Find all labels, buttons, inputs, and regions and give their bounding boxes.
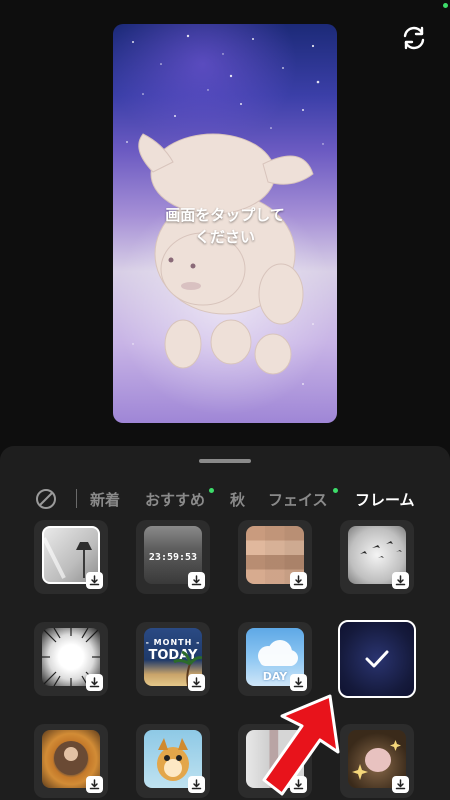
tab-new[interactable]: 新着 — [90, 489, 120, 510]
tap-hint-line2: ください — [194, 228, 255, 246]
frame-item[interactable]: - MONTH - TODAY — [136, 622, 210, 696]
frame-item[interactable]: 23:59:53 — [136, 520, 210, 594]
download-icon — [86, 572, 103, 589]
download-icon — [86, 674, 103, 691]
frame-item[interactable]: DAY — [238, 622, 312, 696]
tap-hint: 画面をタップして ください — [113, 204, 337, 248]
checkmark-icon — [365, 650, 389, 668]
tab-face[interactable]: フェイス — [268, 489, 328, 510]
starry-thumbnail — [338, 620, 416, 698]
download-icon — [188, 776, 205, 793]
no-effect-icon[interactable] — [35, 488, 57, 510]
download-icon — [290, 674, 307, 691]
clock-text: 23:59:53 — [148, 552, 198, 563]
category-tabs: 新着 おすすめ 秋 フェイス フレーム — [0, 486, 450, 512]
download-icon — [86, 776, 103, 793]
tab-autumn[interactable]: 秋 — [230, 489, 245, 510]
download-icon — [188, 674, 205, 691]
frame-item[interactable] — [238, 520, 312, 594]
frame-item[interactable] — [34, 520, 108, 594]
download-icon — [392, 776, 409, 793]
frame-item[interactable] — [34, 622, 108, 696]
frame-item[interactable] — [136, 724, 210, 798]
new-badge-dot — [333, 488, 338, 493]
tab-frame[interactable]: フレーム — [355, 489, 415, 510]
download-icon — [392, 572, 409, 589]
frame-item-selected[interactable] — [338, 620, 416, 698]
status-indicator — [443, 3, 448, 8]
new-badge-dot — [209, 488, 214, 493]
annotation-arrow-icon — [262, 694, 340, 796]
download-icon — [188, 572, 205, 589]
download-icon — [290, 572, 307, 589]
camera-switch-icon — [403, 26, 425, 50]
camera-preview[interactable]: 画面をタップして ください — [113, 24, 337, 423]
frame-item[interactable] — [34, 724, 108, 798]
tab-recommended[interactable]: おすすめ — [145, 489, 205, 510]
switch-camera-button[interactable] — [398, 22, 430, 54]
tab-divider — [76, 489, 77, 508]
frame-item[interactable] — [340, 724, 414, 798]
drag-handle[interactable] — [199, 459, 251, 463]
tap-hint-line1: 画面をタップして — [165, 206, 285, 224]
frame-item[interactable] — [340, 520, 414, 594]
